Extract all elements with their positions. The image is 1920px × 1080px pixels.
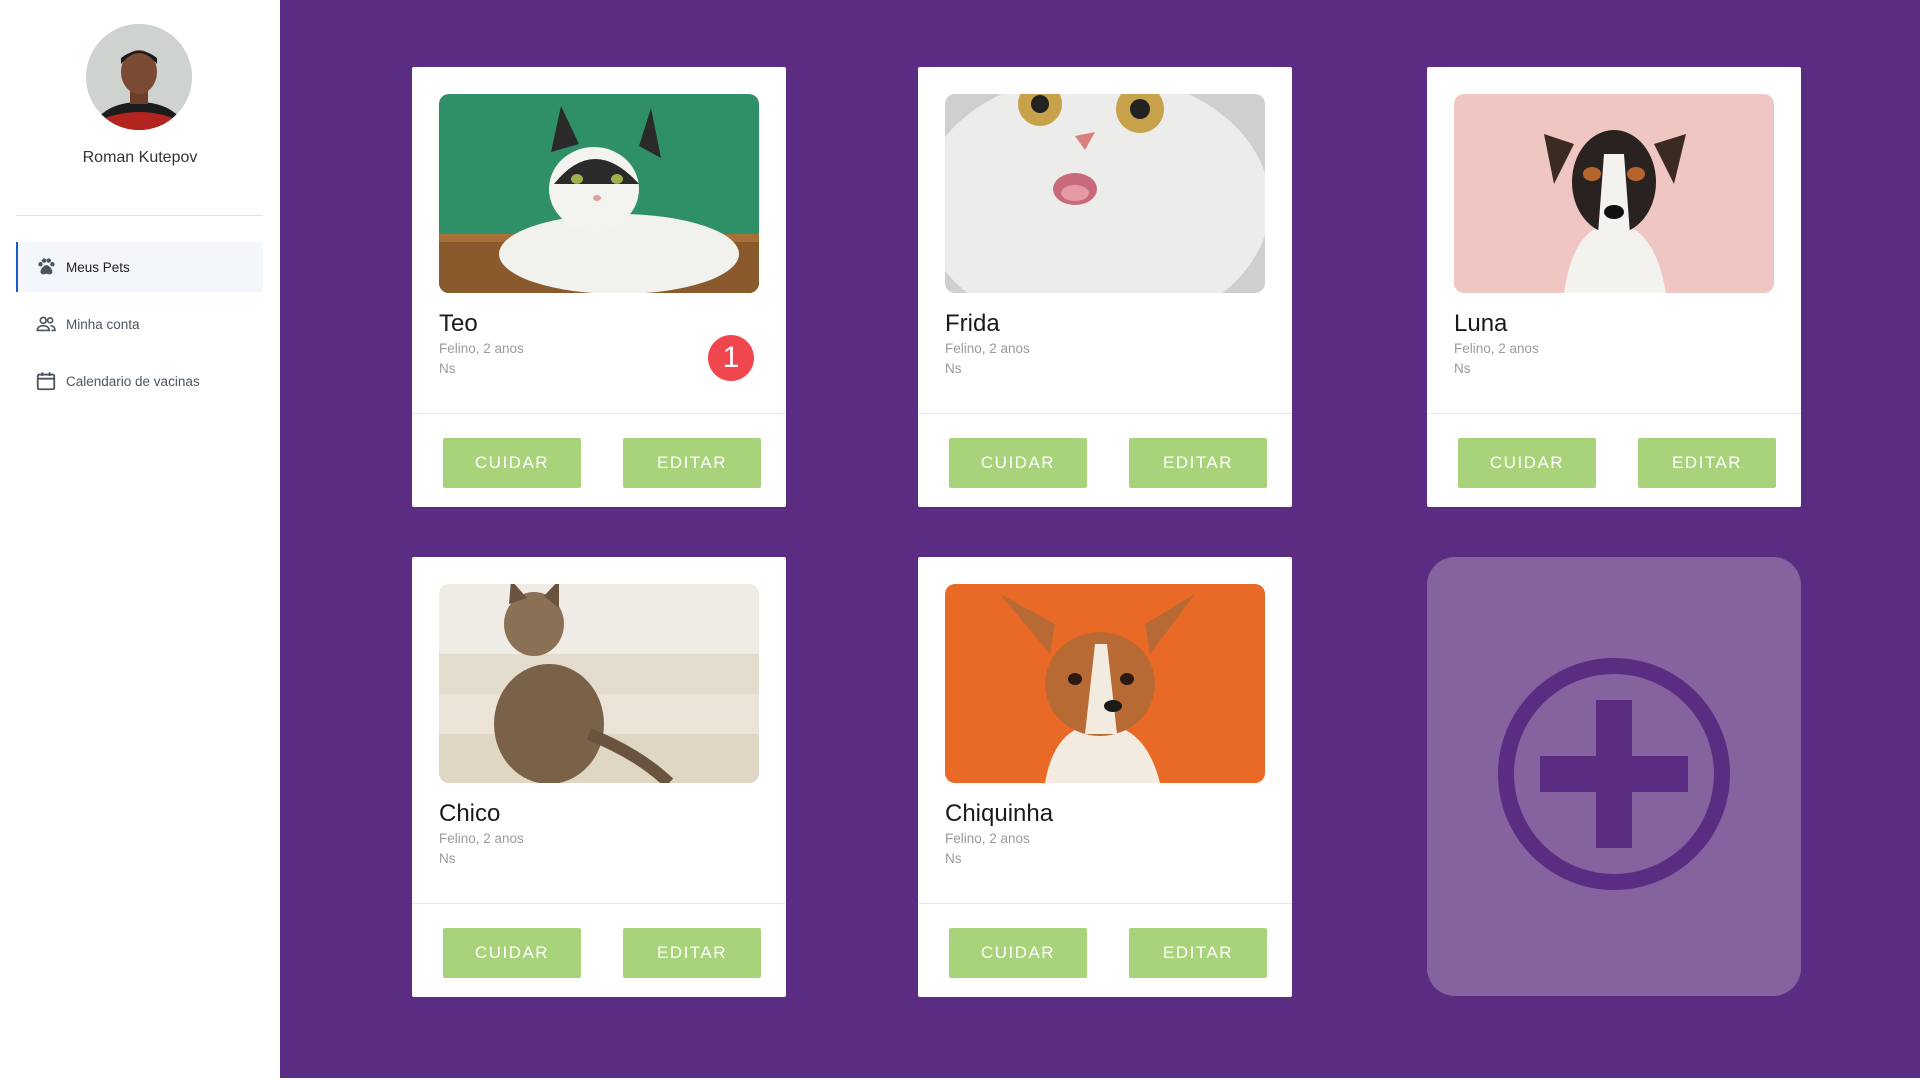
pet-card-teo: Teo Felino, 2 anos Ns 1 CUIDAR EDITAR <box>412 67 786 507</box>
care-button[interactable]: CUIDAR <box>443 928 581 978</box>
care-button[interactable]: CUIDAR <box>949 438 1087 488</box>
sidebar-nav: Meus Pets Minha conta Calendario de vaci… <box>16 242 263 413</box>
pet-card-frida: Frida Felino, 2 anos Ns CUIDAR EDITAR <box>918 67 1292 507</box>
user-avatar[interactable] <box>86 24 192 130</box>
pet-name: Chiquinha <box>945 800 1054 827</box>
sidebar: Roman Kutepov Meus Pets Minha conta Cale… <box>0 0 280 1080</box>
pet-card-luna: Luna Felino, 2 anos Ns CUIDAR EDITAR <box>1427 67 1801 507</box>
card-divider <box>412 903 786 904</box>
pet-note: Ns <box>439 361 456 376</box>
edit-button[interactable]: EDITAR <box>1638 438 1776 488</box>
pet-name: Teo <box>439 310 478 337</box>
plus-circle-icon <box>1494 654 1734 899</box>
pet-info: Felino, 2 anos <box>1454 341 1539 356</box>
pet-name: Frida <box>945 310 1000 337</box>
card-divider <box>1427 413 1801 414</box>
paw-icon <box>34 255 58 279</box>
pet-info: Felino, 2 anos <box>945 341 1030 356</box>
care-button[interactable]: CUIDAR <box>949 928 1087 978</box>
sidebar-divider <box>16 215 263 216</box>
sidebar-item-minha-conta[interactable]: Minha conta <box>16 299 263 349</box>
pet-card-chiquinha: Chiquinha Felino, 2 anos Ns CUIDAR EDITA… <box>918 557 1292 997</box>
edit-button[interactable]: EDITAR <box>1129 438 1267 488</box>
pet-name: Chico <box>439 800 501 827</box>
pet-photo[interactable] <box>1454 94 1774 293</box>
sidebar-item-calendario[interactable]: Calendario de vacinas <box>16 356 263 406</box>
calendar-icon <box>34 369 58 393</box>
pet-info: Felino, 2 anos <box>439 341 524 356</box>
people-icon <box>34 312 58 336</box>
pet-info: Felino, 2 anos <box>945 831 1030 846</box>
pet-name: Luna <box>1454 310 1508 337</box>
pet-info: Felino, 2 anos <box>439 831 524 846</box>
pet-note: Ns <box>1454 361 1471 376</box>
sidebar-item-label: Calendario de vacinas <box>66 373 200 389</box>
card-divider <box>918 903 1292 904</box>
card-divider <box>918 413 1292 414</box>
pets-grid: Teo Felino, 2 anos Ns 1 CUIDAR EDITAR Fr… <box>280 0 1920 1078</box>
pet-card-chico: Chico Felino, 2 anos Ns CUIDAR EDITAR <box>412 557 786 997</box>
add-pet-card[interactable] <box>1427 557 1801 996</box>
care-button[interactable]: CUIDAR <box>1458 438 1596 488</box>
user-name: Roman Kutepov <box>82 149 198 166</box>
sidebar-item-label: Meus Pets <box>66 259 130 275</box>
sidebar-item-meus-pets[interactable]: Meus Pets <box>16 242 263 292</box>
edit-button[interactable]: EDITAR <box>1129 928 1267 978</box>
pet-note: Ns <box>945 851 962 866</box>
pet-photo[interactable] <box>439 94 759 293</box>
care-button[interactable]: CUIDAR <box>443 438 581 488</box>
notification-badge[interactable]: 1 <box>708 335 754 381</box>
pet-photo[interactable] <box>945 584 1265 783</box>
pet-photo[interactable] <box>945 94 1265 293</box>
pet-photo[interactable] <box>439 584 759 783</box>
edit-button[interactable]: EDITAR <box>623 928 761 978</box>
edit-button[interactable]: EDITAR <box>623 438 761 488</box>
sidebar-item-label: Minha conta <box>66 316 140 332</box>
pet-note: Ns <box>439 851 456 866</box>
card-divider <box>412 413 786 414</box>
pet-note: Ns <box>945 361 962 376</box>
